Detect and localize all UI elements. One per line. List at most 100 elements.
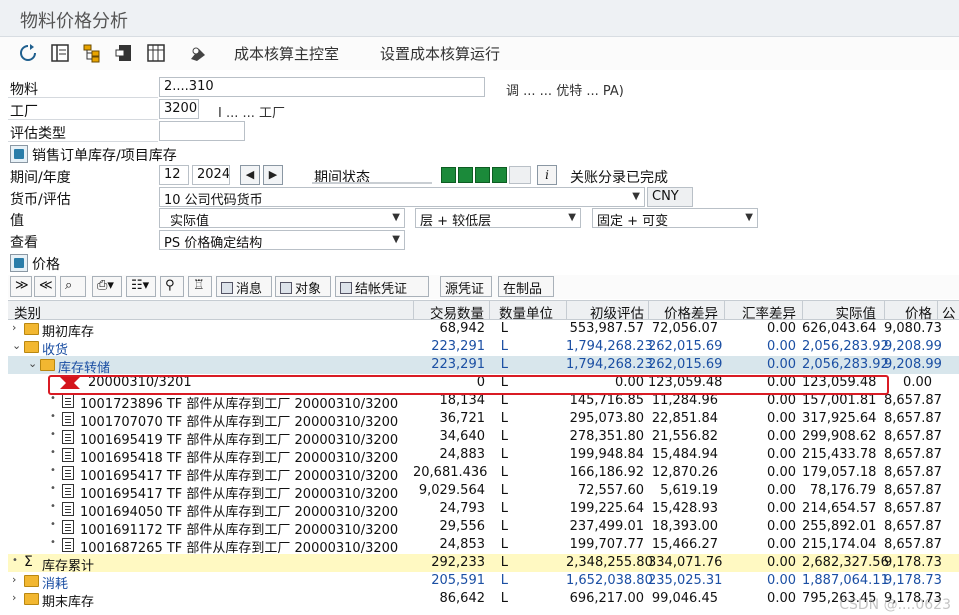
column-actual-value[interactable]: 实际值 <box>802 302 877 322</box>
plant-description: I ... ... 工厂 <box>218 106 286 121</box>
previous-period-button[interactable]: ◀ <box>240 165 260 185</box>
separator <box>8 97 158 98</box>
cell-qty: 20,681.436 <box>413 465 488 480</box>
settlement-docs-button[interactable]: 结帐凭证 <box>335 276 429 297</box>
bullet-icon: • <box>50 429 56 440</box>
print-preview-icon[interactable] <box>188 43 208 63</box>
collapse-icon[interactable]: ⌄ <box>28 357 37 370</box>
status-lamp-slot <box>509 166 531 184</box>
price-section-toggle-icon[interactable] <box>10 254 28 272</box>
cell-actual: 317,925.64 <box>802 411 877 426</box>
table-row[interactable]: • 1001707070 TF 部件从库存到工厂 20000310/3200 36,… <box>8 410 959 430</box>
expand-all-icon[interactable]: ≪ <box>34 276 56 297</box>
column-price-difference[interactable]: 价格差异 <box>648 302 718 322</box>
expand-icon[interactable]: › <box>12 321 16 334</box>
layout-icon[interactable] <box>50 43 70 63</box>
table-row[interactable]: ⌄ 收货 223,291 L 1,794,268.23 262,015.69 0.00 2,0… <box>8 338 959 358</box>
column-category[interactable]: 类别 <box>14 302 41 322</box>
expand-icon[interactable]: › <box>12 573 16 586</box>
table-row[interactable]: • 1001723896 TF 部件从库存到工厂 20000310/3200 18,… <box>8 392 959 412</box>
cell-qty: 24,853 <box>439 537 486 552</box>
table-row[interactable]: • 1001695417 TF 部件从库存到工厂 20000310/3200 9,0… <box>8 482 959 502</box>
period-field[interactable]: 12 <box>159 165 189 185</box>
cell-fx: 0.00 <box>767 483 796 498</box>
export-icon[interactable] <box>114 43 134 63</box>
info-icon[interactable]: i <box>537 165 557 185</box>
column-extra[interactable]: 公 <box>942 302 956 322</box>
currency-dropdown[interactable]: 10 公司代码货币 ▼ <box>159 187 645 207</box>
cell-prelim: 199,948.84 <box>569 447 644 462</box>
level-dropdown[interactable]: 层 + 较低层 ▼ <box>415 208 581 228</box>
cell-price: 9,208.99 <box>884 357 942 372</box>
year-field[interactable]: 2024 <box>192 165 230 185</box>
objects-button[interactable]: 对象 <box>275 276 331 297</box>
cell-price: 9,178.73 <box>884 555 942 570</box>
cell-price: 8,657.87 <box>884 447 942 462</box>
print-icon[interactable]: ⎙▾ <box>92 276 122 297</box>
next-period-button[interactable]: ▶ <box>263 165 283 185</box>
table-row[interactable]: • 1001687265 TF 部件从库存到工厂 20000310/3200 24,… <box>8 536 959 556</box>
cell-pdiff: 262,015.69 <box>648 339 723 354</box>
source-docs-button[interactable]: 源凭证 <box>440 276 492 297</box>
bullet-icon: • <box>50 411 56 422</box>
table-row[interactable]: • 1001691172 TF 部件从库存到工厂 20000310/3200 29,… <box>8 518 959 538</box>
folder-icon <box>24 575 39 587</box>
messages-button[interactable]: 消息 <box>216 276 272 297</box>
cell-price: 9,080.73 <box>884 321 942 336</box>
table-row[interactable]: › 期末库存 86,642 L 696,217.00 99,046.45 0.00 795,2… <box>8 590 959 610</box>
column-prelim-valuation[interactable]: 初级评估 <box>566 302 644 322</box>
document-icon <box>62 502 74 516</box>
cell-qty: 9,029.564 <box>418 483 485 498</box>
table-row[interactable]: 20000310/3201 0 L 0.00 123,059.48 0.00 123,059… <box>8 374 959 392</box>
valuation-type-field[interactable] <box>159 121 245 141</box>
table-row[interactable]: › 消耗 205,591 L 1,652,038.80 235,025.31 0.00 1,8… <box>8 572 959 592</box>
hierarchy-icon[interactable]: ♖ <box>188 276 212 297</box>
cell-price: 9,208.99 <box>884 339 942 354</box>
column-price[interactable]: 价格 <box>884 302 932 322</box>
material-field[interactable]: 2....310 <box>159 77 485 97</box>
chevron-down-icon: ▼ <box>745 212 753 223</box>
refresh-icon[interactable] <box>18 43 38 63</box>
cell-price: 8,657.87 <box>884 465 942 480</box>
table-row[interactable]: › 期初库存 68,942 L 553,987.57 72,056.07 0.00 626,0… <box>8 320 959 340</box>
wip-button[interactable]: 在制品 <box>498 276 554 297</box>
fixed-variable-dropdown[interactable]: 固定 + 可变 ▼ <box>592 208 758 228</box>
search-icon[interactable]: ⚲ <box>160 276 184 297</box>
cell-actual: 214,654.57 <box>802 501 877 516</box>
table-row[interactable]: ⌄ 库存转储 223,291 L 1,794,268.23 262,015.69 0.00 2… <box>8 356 959 376</box>
costing-run-setup-button[interactable]: 设置成本核算运行 <box>380 43 500 64</box>
cell-fx: 0.00 <box>767 339 796 354</box>
cell-unit: L <box>500 519 508 534</box>
bullet-icon: • <box>12 555 18 566</box>
table-row[interactable]: • Σ 库存累计 292,233 L 2,348,255.80 334,071.76 0.00… <box>8 554 959 574</box>
costing-cockpit-button[interactable]: 成本核算主控室 <box>234 43 339 64</box>
objects-label: 对象 <box>295 282 322 297</box>
collapse-icon[interactable]: ⌄ <box>12 339 21 352</box>
column-unit[interactable]: 数量单位 <box>489 302 553 322</box>
column-quantity[interactable]: 交易数量 <box>413 302 484 322</box>
cell-actual: 215,433.78 <box>802 447 877 462</box>
bullet-icon: • <box>50 465 56 476</box>
cell-fx: 0.00 <box>767 447 796 462</box>
cell-pdiff: 123,059.48 <box>648 375 723 390</box>
row-label: 期末库存 <box>42 595 95 610</box>
find-icon[interactable]: ⌕ <box>60 276 86 297</box>
folder-icon <box>24 323 39 335</box>
cell-actual: 1,887,064.11 <box>802 573 889 588</box>
plant-field[interactable]: 3200 <box>159 99 199 119</box>
table-row[interactable]: • 1001695417 TF 部件从库存到工厂 20000310/3200 20,… <box>8 464 959 484</box>
table-row[interactable]: • 1001695419 TF 部件从库存到工厂 20000310/3200 34,… <box>8 428 959 448</box>
hierarchy-icon[interactable] <box>82 43 102 63</box>
collapse-all-icon[interactable]: ≫ <box>10 276 32 297</box>
table-row[interactable]: • 1001694050 TF 部件从库存到工厂 20000310/3200 24,… <box>8 500 959 520</box>
sales-order-stock-toggle-icon[interactable] <box>10 145 28 163</box>
value-dropdown[interactable]: 实际值 ▼ <box>159 208 405 228</box>
expand-icon[interactable]: › <box>12 591 16 604</box>
table-icon[interactable] <box>146 43 166 63</box>
layout-settings-icon[interactable]: ☷▾ <box>126 276 156 297</box>
view-dropdown[interactable]: PS 价格确定结构 ▼ <box>159 230 405 250</box>
cell-qty: 223,291 <box>431 357 485 372</box>
column-fx-difference[interactable]: 汇率差异 <box>724 302 796 322</box>
table-row[interactable]: • 1001695418 TF 部件从库存到工厂 20000310/3200 24,… <box>8 446 959 466</box>
cell-unit: L <box>500 501 508 516</box>
